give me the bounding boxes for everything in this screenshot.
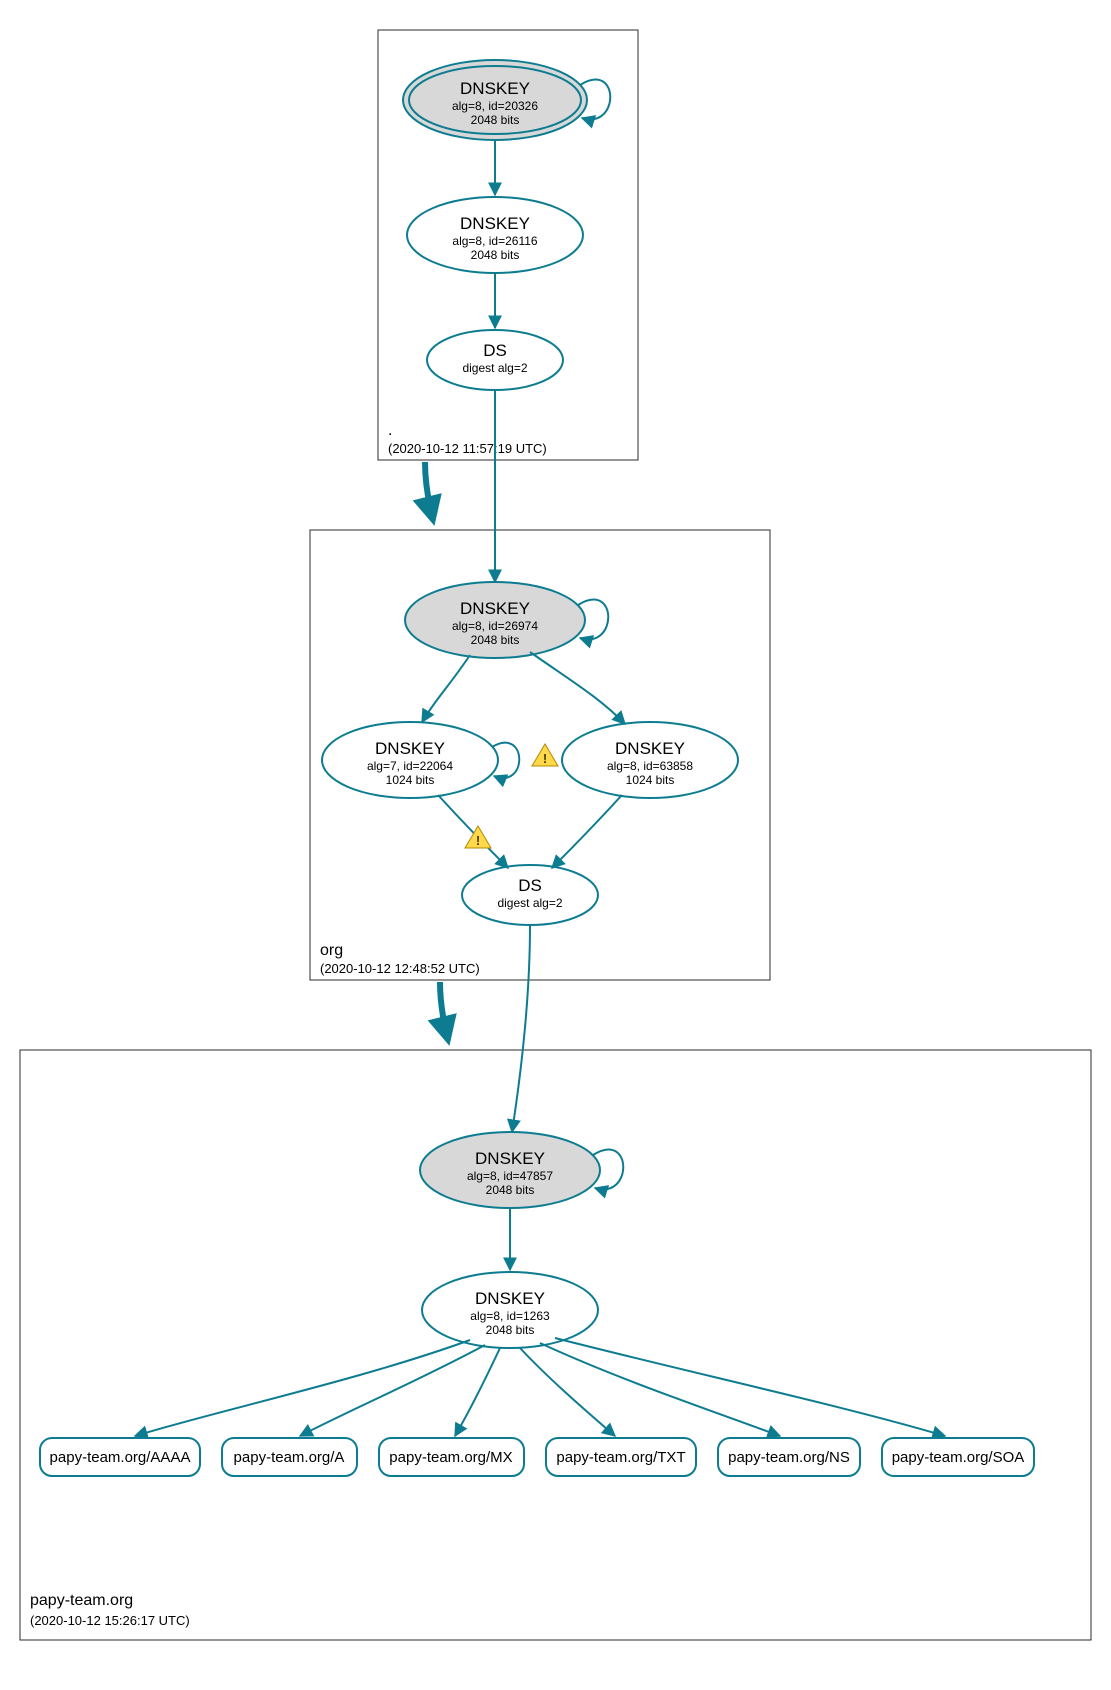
rrset-a: papy-team.org/A xyxy=(234,1449,345,1466)
edge-root-to-org-delegation xyxy=(425,462,433,520)
zone-root-timestamp: (2020-10-12 11:57:19 UTC) xyxy=(388,441,547,456)
node-root-ksk-line1: alg=8, id=20326 xyxy=(452,99,538,113)
node-org-zsk-a-line1: alg=7, id=22064 xyxy=(367,759,453,773)
node-root-zsk-line2: 2048 bits xyxy=(471,248,520,262)
node-root-ksk-line2: 2048 bits xyxy=(471,113,520,127)
zone-leaf-timestamp: (2020-10-12 15:26:17 UTC) xyxy=(30,1613,190,1628)
node-leaf-zsk: DNSKEY alg=8, id=1263 2048 bits xyxy=(422,1272,598,1348)
rrset-soa: papy-team.org/SOA xyxy=(892,1449,1025,1466)
rrset-txt: papy-team.org/TXT xyxy=(556,1449,685,1466)
node-org-zsk-b-line2: 1024 bits xyxy=(626,773,675,787)
node-root-ksk-title: DNSKEY xyxy=(460,79,530,98)
node-root-zsk-title: DNSKEY xyxy=(460,214,530,233)
node-leaf-zsk-line2: 2048 bits xyxy=(486,1323,535,1337)
node-org-ksk-title: DNSKEY xyxy=(460,599,530,618)
node-org-zsk-b: DNSKEY alg=8, id=63858 1024 bits xyxy=(562,722,738,798)
dnssec-graph: . (2020-10-12 11:57:19 UTC) DNSKEY alg=8… xyxy=(0,0,1111,1690)
node-org-ksk-line1: alg=8, id=26974 xyxy=(452,619,538,633)
rrset-mx: papy-team.org/MX xyxy=(389,1449,512,1466)
node-leaf-ksk-line2: 2048 bits xyxy=(486,1183,535,1197)
node-org-ds-title: DS xyxy=(518,876,542,895)
node-leaf-ksk-line1: alg=8, id=47857 xyxy=(467,1169,553,1183)
svg-text:!: ! xyxy=(543,751,547,766)
node-root-zsk-line1: alg=8, id=26116 xyxy=(452,234,538,248)
zone-org-label: org xyxy=(320,942,343,959)
edge-org-to-leaf-delegation xyxy=(440,982,448,1040)
node-org-zsk-a-title: DNSKEY xyxy=(375,739,445,758)
node-root-ds: DS digest alg=2 xyxy=(427,330,563,390)
zone-root-label: . xyxy=(388,422,392,439)
svg-text:!: ! xyxy=(476,833,480,848)
node-org-ksk-line2: 2048 bits xyxy=(471,633,520,647)
rrset-ns: papy-team.org/NS xyxy=(728,1449,850,1466)
rrset-aaaa: papy-team.org/AAAA xyxy=(50,1449,191,1466)
node-org-zsk-b-title: DNSKEY xyxy=(615,739,685,758)
zone-leaf-label: papy-team.org xyxy=(30,1592,133,1609)
node-root-ds-line1: digest alg=2 xyxy=(462,361,527,375)
node-leaf-zsk-line1: alg=8, id=1263 xyxy=(470,1309,550,1323)
node-org-zsk-b-line1: alg=8, id=63858 xyxy=(607,759,693,773)
node-leaf-ksk-title: DNSKEY xyxy=(475,1149,545,1168)
zone-org-timestamp: (2020-10-12 12:48:52 UTC) xyxy=(320,961,480,976)
node-org-ds-line1: digest alg=2 xyxy=(497,896,562,910)
node-org-ds: DS digest alg=2 xyxy=(462,865,598,925)
node-org-zsk-a-line2: 1024 bits xyxy=(386,773,435,787)
node-root-ds-title: DS xyxy=(483,341,507,360)
node-root-zsk: DNSKEY alg=8, id=26116 2048 bits xyxy=(407,197,583,273)
node-leaf-zsk-title: DNSKEY xyxy=(475,1289,545,1308)
